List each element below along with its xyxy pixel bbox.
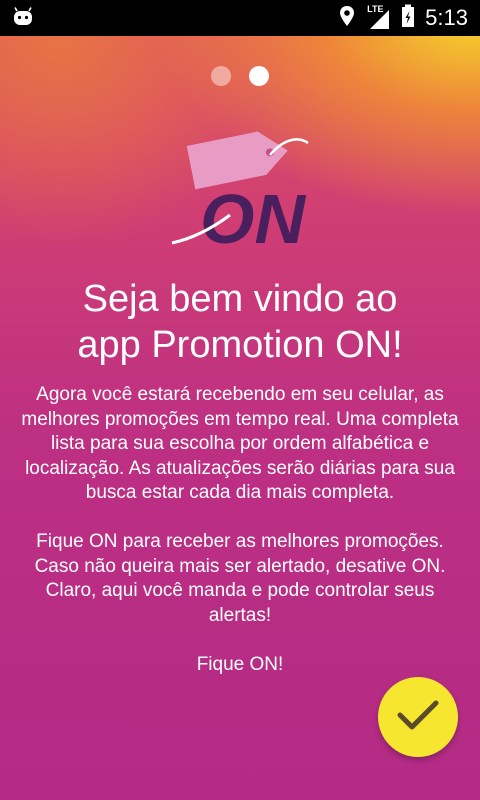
status-bar: LTE 5:13 [0, 0, 480, 36]
title-line-2: app Promotion ON! [77, 324, 403, 366]
status-time: 5:13 [425, 5, 468, 30]
description-paragraph-3: Fique ON! [196, 653, 284, 675]
description-paragraph-1: Agora você estará recebendo em seu celul… [21, 384, 459, 503]
description-paragraph-2: Fique ON para receber as melhores promoç… [34, 531, 446, 626]
location-icon [339, 5, 355, 32]
signal-icon: LTE [365, 4, 391, 30]
confirm-button[interactable] [378, 677, 458, 757]
logo-text: ON [200, 180, 306, 255]
page-indicator [0, 66, 480, 86]
battery-icon [401, 4, 415, 33]
page-dot-2[interactable] [249, 66, 269, 86]
onboarding-screen: LTE 5:13 ON Seja bem vindo ao app Promot… [0, 0, 480, 800]
android-icon [12, 6, 34, 31]
check-icon [396, 698, 440, 737]
welcome-title: Seja bem vindo ao app Promotion ON! [0, 276, 480, 368]
app-logo: ON [160, 115, 320, 258]
title-line-1: Seja bem vindo ao [82, 278, 398, 320]
welcome-description: Agora você estará recebendo em seu celul… [14, 383, 466, 677]
page-dot-1[interactable] [211, 66, 231, 86]
